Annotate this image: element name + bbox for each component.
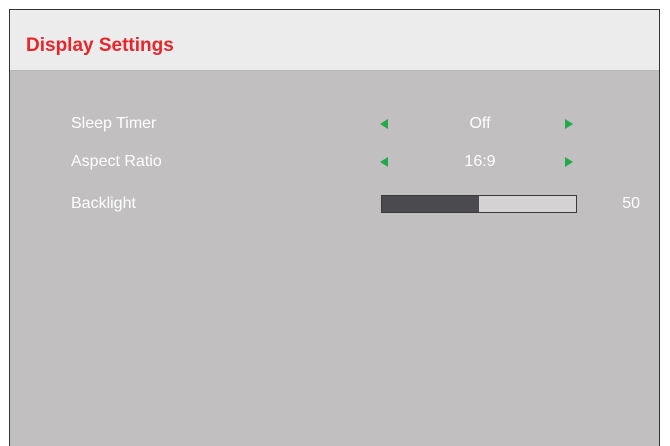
- backlight-value: 50: [622, 195, 640, 212]
- panel-title: Display Settings: [26, 35, 174, 56]
- setting-label: Aspect Ratio: [71, 153, 162, 170]
- backlight-slider-fill: [382, 196, 479, 212]
- triangle-right-icon[interactable]: [565, 119, 573, 129]
- setting-row-aspect-ratio[interactable]: Aspect Ratio 16:9: [10, 151, 659, 173]
- setting-label: Backlight: [71, 195, 136, 212]
- setting-value: 16:9: [464, 153, 496, 170]
- triangle-left-icon[interactable]: [380, 119, 388, 129]
- setting-row-sleep-timer[interactable]: Sleep Timer Off: [10, 113, 659, 135]
- setting-label: Sleep Timer: [71, 115, 157, 132]
- setting-row-backlight[interactable]: Backlight 50: [10, 193, 659, 215]
- triangle-left-icon[interactable]: [380, 157, 388, 167]
- display-settings-panel: Display Settings Sleep Timer Off Aspect …: [9, 9, 660, 446]
- triangle-right-icon[interactable]: [565, 157, 573, 167]
- backlight-slider[interactable]: [381, 195, 577, 213]
- panel-header: Display Settings: [10, 10, 659, 71]
- setting-value: Off: [469, 115, 491, 132]
